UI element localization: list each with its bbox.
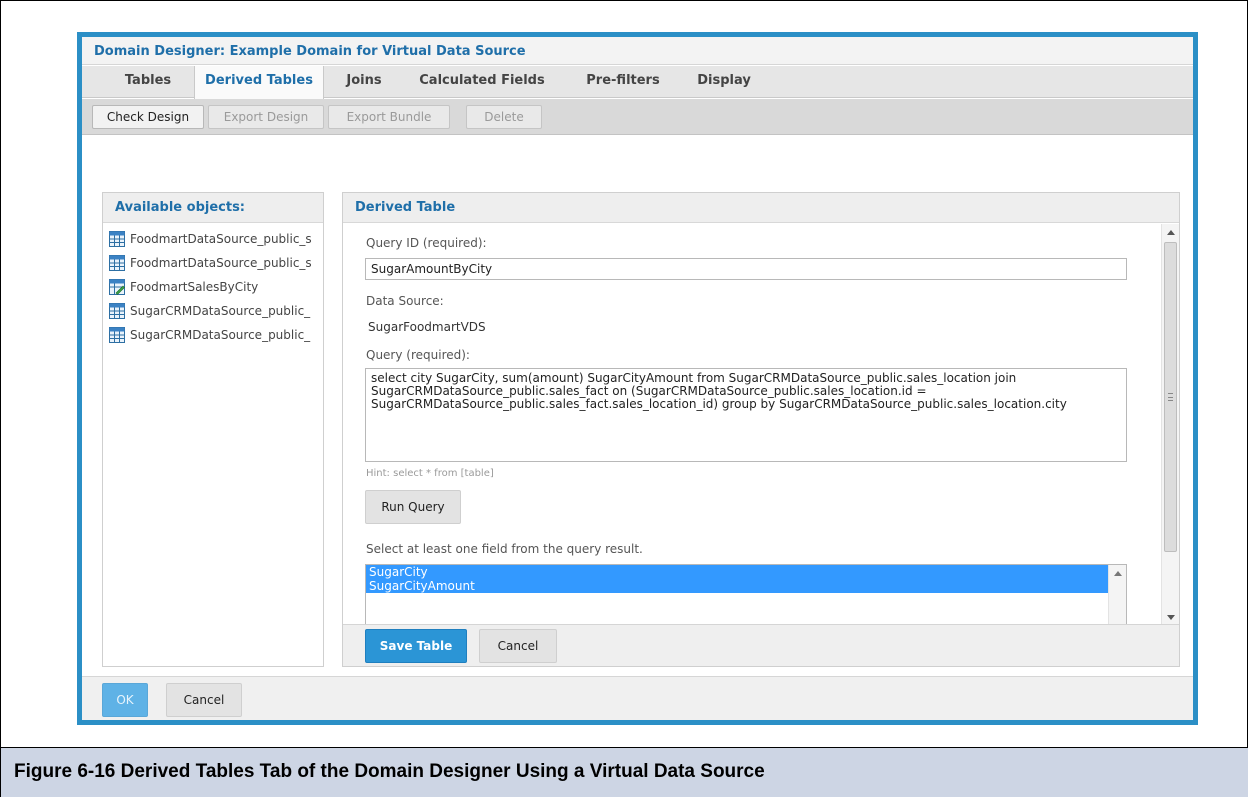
export-design-button[interactable]: Export Design — [208, 105, 324, 129]
run-query-button[interactable]: Run Query — [365, 490, 461, 524]
cancel-button[interactable]: Cancel — [166, 683, 242, 717]
object-label: FoodmartDataSource_public_s — [130, 232, 312, 246]
tab-tables[interactable]: Tables — [102, 66, 194, 98]
list-item[interactable]: FoodmartSalesByCity — [103, 275, 323, 299]
scrollbar-thumb[interactable] — [1164, 242, 1177, 552]
toolbar: Check Design Export Design Export Bundle… — [82, 99, 1193, 135]
list-item[interactable]: SugarCRMDataSource_public_ — [103, 323, 323, 347]
dialog-footer: OK Cancel — [82, 676, 1193, 720]
object-label: FoodmartDataSource_public_s — [130, 256, 312, 270]
object-label: SugarCRMDataSource_public_ — [130, 328, 311, 342]
table-icon — [109, 254, 125, 271]
available-objects-list: FoodmartDataSource_public_s FoodmartData… — [103, 223, 323, 347]
figure-caption: Figure 6-16 Derived Tables Tab of the Do… — [14, 761, 765, 782]
query-label: Query (required): — [366, 348, 470, 362]
query-id-label: Query ID (required): — [366, 236, 487, 250]
list-scrollbar[interactable] — [1108, 565, 1126, 626]
figure-caption-bar: Figure 6-16 Derived Tables Tab of the Do… — [1, 747, 1248, 797]
table-icon — [109, 230, 125, 247]
data-source-value: SugarFoodmartVDS — [368, 320, 486, 334]
page-frame: Domain Designer: Example Domain for Virt… — [0, 0, 1248, 797]
derived-table-panel: Derived Table Query ID (required): Sugar… — [342, 192, 1180, 667]
list-item[interactable]: SugarCRMDataSource_public_ — [103, 299, 323, 323]
derived-table-icon — [109, 278, 125, 295]
tab-joins[interactable]: Joins — [336, 66, 392, 98]
tab-derived-tables[interactable]: Derived Tables — [194, 66, 324, 99]
list-item[interactable]: SugarCityAmount — [366, 579, 1108, 593]
list-item[interactable]: SugarCity — [366, 565, 1108, 579]
derived-table-header: Derived Table — [343, 193, 1179, 223]
object-label: SugarCRMDataSource_public_ — [130, 304, 311, 318]
cancel-table-button[interactable]: Cancel — [479, 629, 557, 663]
grip-icon — [1168, 393, 1173, 401]
object-label: FoodmartSalesByCity — [130, 280, 259, 294]
list-item[interactable]: FoodmartDataSource_public_s — [103, 227, 323, 251]
panel-scrollbar[interactable] — [1161, 224, 1179, 626]
query-result-fields-list[interactable]: SugarCity SugarCityAmount — [365, 564, 1127, 626]
domain-designer-dialog: Domain Designer: Example Domain for Virt… — [77, 32, 1198, 725]
tab-pre-filters[interactable]: Pre-filters — [570, 66, 676, 98]
save-table-button[interactable]: Save Table — [365, 629, 467, 663]
query-hint: Hint: select * from [table] — [366, 468, 494, 479]
check-design-button[interactable]: Check Design — [92, 105, 204, 129]
query-id-input[interactable]: SugarAmountByCity — [365, 258, 1127, 280]
scroll-up-icon[interactable] — [1114, 571, 1122, 576]
scroll-up-icon[interactable] — [1167, 230, 1175, 235]
available-objects-header: Available objects: — [103, 193, 323, 223]
table-icon — [109, 326, 125, 343]
dialog-title: Domain Designer: Example Domain for Virt… — [94, 44, 526, 59]
tabs-bar: Tables Derived Tables Joins Calculated F… — [82, 66, 1193, 99]
query-textarea[interactable]: select city SugarCity, sum(amount) Sugar… — [365, 368, 1127, 462]
tab-display[interactable]: Display — [686, 66, 762, 98]
table-icon — [109, 302, 125, 319]
export-bundle-button[interactable]: Export Bundle — [328, 105, 450, 129]
data-source-label: Data Source: — [366, 294, 444, 308]
tab-calculated-fields[interactable]: Calculated Fields — [412, 66, 552, 98]
title-bar: Domain Designer: Example Domain for Virt… — [82, 37, 1193, 65]
select-fields-label: Select at least one field from the query… — [366, 542, 643, 556]
delete-button[interactable]: Delete — [466, 105, 542, 129]
available-objects-panel: Available objects: FoodmartDataSource_pu… — [102, 192, 324, 667]
list-item[interactable]: FoodmartDataSource_public_s — [103, 251, 323, 275]
scroll-down-icon[interactable] — [1167, 615, 1175, 620]
derived-table-form: Query ID (required): SugarAmountByCity D… — [343, 224, 1161, 626]
ok-button[interactable]: OK — [102, 683, 148, 717]
derived-table-footer: Save Table Cancel — [343, 624, 1179, 666]
